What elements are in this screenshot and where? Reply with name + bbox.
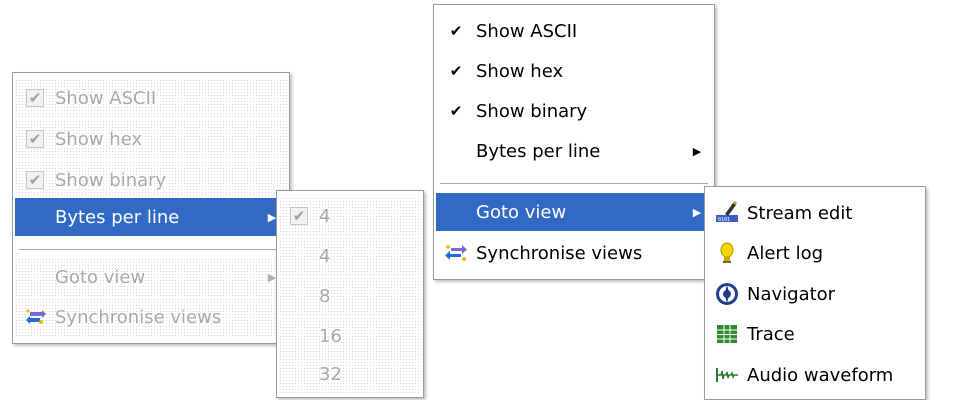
- menu-item-trace[interactable]: Trace: [707, 315, 923, 353]
- menu-item-label: Show hex: [55, 128, 143, 150]
- menu-item-show-binary[interactable]: ✔ Show binary: [436, 92, 712, 130]
- bytes-option-16[interactable]: 16: [279, 317, 421, 355]
- check-icon: ✔: [290, 207, 308, 225]
- menu-item-label: Show ASCII: [476, 20, 578, 42]
- submenu-arrow-icon: ▶: [692, 205, 702, 219]
- menu-item-label: Audio waveform: [747, 364, 894, 386]
- screenshot-stage: ✔ Show ASCII ✔ Show hex ✔ Show binary By…: [0, 0, 965, 400]
- menu-item-label: Bytes per line: [55, 206, 180, 228]
- menu-item-synchronise-views[interactable]: Synchronise views: [436, 234, 712, 272]
- menu-item-show-ascii[interactable]: ✔ Show ASCII: [436, 12, 712, 50]
- menu-item-label: 8: [319, 285, 331, 307]
- menu-separator: [440, 183, 708, 185]
- menu-item-show-ascii[interactable]: ✔ Show ASCII: [15, 79, 287, 117]
- menu-item-label: Show hex: [476, 60, 564, 82]
- menu-item-bytes-per-line[interactable]: Bytes per line ▶: [15, 198, 287, 236]
- menu-item-label: Show binary: [476, 100, 588, 122]
- menu-item-label: 4: [319, 205, 331, 227]
- menu-item-goto-view[interactable]: Goto view ▶: [15, 258, 287, 296]
- context-menu-right: ✔ Show ASCII ✔ Show hex ✔ Show binary By…: [433, 4, 715, 280]
- bytes-option-8[interactable]: 8: [279, 277, 421, 315]
- menu-item-synchronise-views[interactable]: Synchronise views: [15, 298, 287, 336]
- goto-view-submenu: 0101 Stream edit Alert log Navigator Tra…: [704, 186, 926, 400]
- menu-item-label: Alert log: [747, 242, 824, 264]
- bytes-per-line-submenu: ✔ 4 4 8 16 32: [276, 190, 424, 398]
- check-icon: ✔: [449, 101, 463, 120]
- sync-icon: [24, 307, 46, 327]
- menu-item-label: 4: [319, 245, 331, 267]
- menu-item-label: Show ASCII: [55, 87, 157, 109]
- navigator-icon: [715, 282, 739, 306]
- menu-item-label: Synchronise views: [476, 242, 643, 264]
- check-icon: ✔: [26, 89, 44, 107]
- menu-item-label: Navigator: [747, 283, 836, 305]
- menu-separator: [19, 249, 283, 251]
- menu-item-bytes-per-line[interactable]: Bytes per line ▶: [436, 132, 712, 170]
- submenu-arrow-icon: ▶: [692, 144, 702, 158]
- menu-item-audio-waveform[interactable]: Audio waveform: [707, 356, 923, 394]
- menu-item-label: Synchronise views: [55, 306, 222, 328]
- check-icon: ✔: [449, 21, 463, 40]
- menu-item-label: Goto view: [55, 266, 146, 288]
- alert-log-icon: [717, 241, 737, 265]
- menu-item-label: Stream edit: [747, 202, 853, 224]
- check-icon: ✔: [449, 61, 463, 80]
- menu-item-label: Trace: [747, 323, 795, 345]
- menu-item-show-hex[interactable]: ✔ Show hex: [436, 52, 712, 90]
- stream-edit-icon: 0101: [715, 201, 739, 225]
- menu-item-stream-edit[interactable]: 0101 Stream edit: [707, 194, 923, 232]
- check-icon: ✔: [26, 130, 44, 148]
- menu-item-show-binary[interactable]: ✔ Show binary: [15, 161, 287, 199]
- bytes-option-4-checked[interactable]: ✔ 4: [279, 197, 421, 235]
- svg-text:0101: 0101: [718, 217, 730, 223]
- check-icon: ✔: [26, 171, 44, 189]
- menu-item-navigator[interactable]: Navigator: [707, 275, 923, 313]
- menu-item-label: Show binary: [55, 169, 167, 191]
- menu-item-goto-view[interactable]: Goto view ▶: [436, 193, 712, 231]
- bytes-option-4[interactable]: 4: [279, 237, 421, 275]
- menu-item-label: 16: [319, 325, 342, 347]
- menu-item-show-hex[interactable]: ✔ Show hex: [15, 120, 287, 158]
- bytes-option-32[interactable]: 32: [279, 355, 421, 393]
- menu-item-label: Goto view: [476, 201, 567, 223]
- audio-waveform-icon: [715, 365, 739, 385]
- menu-item-alert-log[interactable]: Alert log: [707, 234, 923, 272]
- menu-item-label: Bytes per line: [476, 140, 601, 162]
- trace-icon: [716, 324, 738, 344]
- sync-icon: [445, 243, 467, 263]
- context-menu-left: ✔ Show ASCII ✔ Show hex ✔ Show binary By…: [12, 72, 290, 344]
- menu-item-label: 32: [319, 363, 342, 385]
